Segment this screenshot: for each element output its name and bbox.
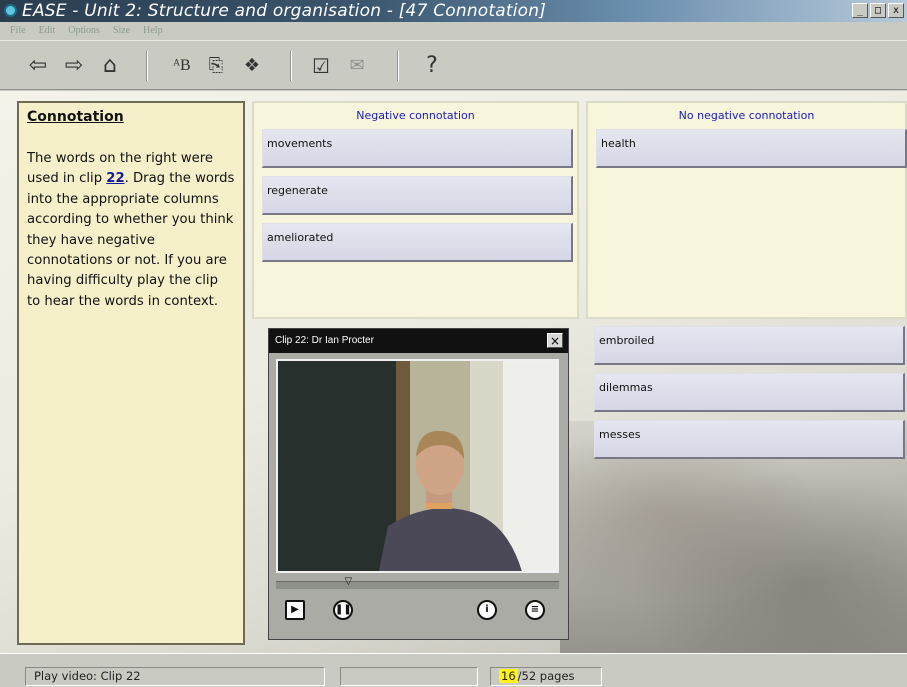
clip-link[interactable]: 22: [106, 171, 124, 186]
info-icon[interactable]: i: [477, 600, 497, 620]
word-card-movements[interactable]: movements: [262, 129, 573, 168]
menu-file[interactable]: File: [4, 22, 33, 40]
status-message: Play video: Clip 22: [25, 667, 325, 686]
word-card-health[interactable]: health: [596, 129, 907, 168]
menu-options[interactable]: Options: [62, 22, 107, 40]
maximize-button[interactable]: □: [870, 3, 886, 18]
pause-icon[interactable]: ❚❚: [333, 600, 353, 620]
toolbar-separator: [290, 51, 292, 81]
video-title: Clip 22: Dr Ian Procter: [269, 329, 568, 353]
minimize-button[interactable]: _: [852, 3, 868, 18]
negative-connotation-column[interactable]: Negative connotation movements regenerat…: [252, 101, 579, 319]
question-icon[interactable]: ?: [416, 51, 448, 81]
menu-help[interactable]: Help: [137, 22, 169, 40]
transcript-icon[interactable]: ≡: [525, 600, 545, 620]
total-pages: /52 pages: [517, 669, 575, 683]
current-page: 16: [499, 669, 518, 683]
window-title: EASE - Unit 2: Structure and organisatio…: [22, 1, 547, 21]
check-answer-icon[interactable]: ☑: [305, 51, 337, 81]
menu-bar: File Edit Options Size Help: [0, 22, 907, 40]
forward-arrow-icon[interactable]: ⇨: [58, 51, 90, 81]
toolbar-separator: [397, 51, 399, 81]
home-icon[interactable]: ⌂: [94, 51, 126, 81]
menu-edit[interactable]: Edit: [33, 22, 63, 40]
notes-icon[interactable]: ⎘: [200, 51, 232, 81]
video-close-button[interactable]: ×: [547, 333, 563, 348]
word-card-embroiled[interactable]: embroiled: [594, 326, 905, 365]
word-card-messes[interactable]: messes: [594, 420, 905, 459]
toolbar-separator: [146, 51, 148, 81]
word-card-dilemmas[interactable]: dilemmas: [594, 373, 905, 412]
no-negative-column-header: No negative connotation: [678, 109, 815, 122]
email-icon: ✉: [349, 55, 365, 76]
glossary-icon[interactable]: ᴬB: [166, 51, 198, 81]
ease-app-window: EASE - Unit 2: Structure and organisatio…: [0, 0, 907, 687]
instruction-text-after: . Drag the words into the appropriate co…: [27, 171, 235, 309]
no-negative-connotation-column[interactable]: No negative connotation health: [586, 101, 907, 319]
word-card-ameliorated[interactable]: ameliorated: [262, 223, 573, 262]
play-icon[interactable]: ▶: [285, 600, 305, 620]
back-arrow-icon[interactable]: ⇦: [22, 51, 54, 81]
close-button[interactable]: x: [888, 3, 904, 18]
video-still-image: [278, 361, 557, 571]
status-empty-field: [340, 667, 478, 686]
window-controls: _ □ x: [852, 3, 904, 18]
word-card-regenerate[interactable]: regenerate: [262, 176, 573, 215]
video-player-window: Clip 22: Dr Ian Procter × ▽ ▶ ❚❚ i ≡: [268, 328, 569, 640]
video-progress-track[interactable]: ▽: [276, 576, 559, 589]
status-bar: Play video: Clip 22 16/52 pages: [0, 653, 907, 687]
title-bar: EASE - Unit 2: Structure and organisatio…: [0, 0, 907, 22]
video-frame[interactable]: [276, 359, 559, 573]
menu-size[interactable]: Size: [107, 22, 137, 40]
page-indicator: 16/52 pages: [490, 667, 602, 686]
negative-column-header: Negative connotation: [356, 109, 475, 122]
toolbar: ⇦ ⇨ ⌂ ᴬB ⎘ ❖ ☑ ✉ ?: [0, 40, 907, 90]
instruction-title: Connotation: [27, 109, 124, 125]
instruction-text: The words on the right were used in clip…: [27, 149, 235, 312]
app-icon: [4, 4, 17, 17]
content-area: Connotation The words on the right were …: [0, 91, 907, 653]
help-topics-icon[interactable]: ❖: [236, 51, 268, 81]
video-progress-thumb[interactable]: ▽: [342, 576, 354, 588]
instruction-panel: Connotation The words on the right were …: [17, 101, 245, 645]
